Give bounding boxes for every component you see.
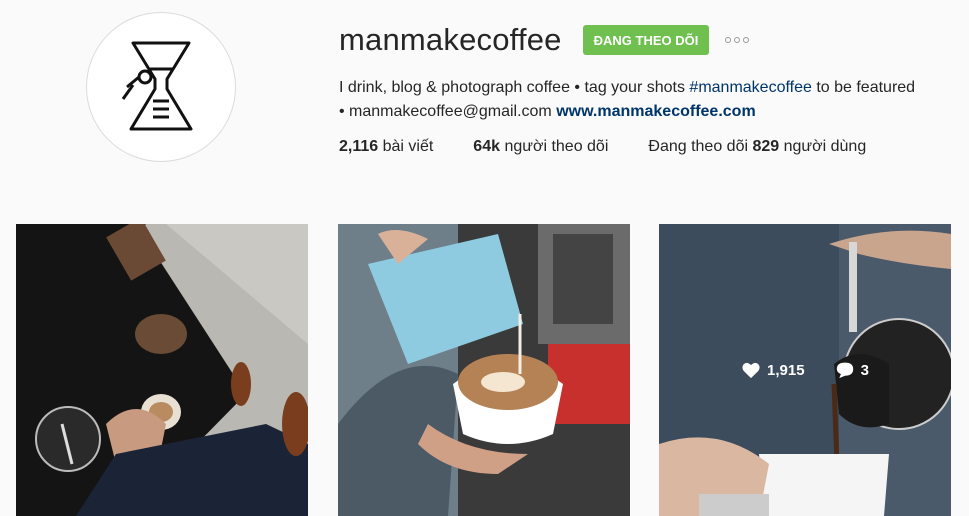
more-options-icon[interactable] [725, 37, 750, 43]
chemex-logo-icon [121, 41, 193, 131]
profile-username: manmakecoffee [339, 22, 562, 57]
bio-website-link[interactable]: www.manmakecoffee.com [556, 103, 755, 120]
following-stat[interactable]: Đang theo dõi 829 người dùng [648, 138, 866, 156]
comments-count: 3 [860, 361, 869, 379]
bio-text: to be featured [811, 79, 916, 96]
comments-stat: 3 [835, 361, 869, 379]
profile-header: manmakecoffee ĐANG THEO DÕI I drink, blo… [339, 20, 949, 156]
posts-stat: 2,116 bài viết [339, 138, 433, 156]
following-count: 829 [752, 138, 780, 155]
comment-icon [836, 362, 853, 379]
post-hover-overlay: 1,915 3 [659, 224, 951, 516]
bio-hashtag-link[interactable]: #manmakecoffee [689, 79, 811, 96]
following-button[interactable]: ĐANG THEO DÕI [582, 25, 710, 55]
profile-stats: 2,116 bài viết 64k người theo dõi Đang t… [339, 138, 949, 156]
title-row: manmakecoffee ĐANG THEO DÕI [339, 20, 949, 60]
following-prefix: Đang theo dõi [648, 138, 753, 155]
bio-line-2: • manmakecoffee@gmail.com www.manmakecof… [339, 100, 949, 124]
bio-text: I drink, blog & photograph coffee • tag … [339, 79, 690, 96]
bio-email: • manmakecoffee@gmail.com [339, 103, 557, 120]
dot [725, 37, 732, 43]
latte-art-photo [338, 224, 630, 516]
post-thumbnail[interactable] [16, 224, 308, 516]
heart-icon [742, 362, 760, 379]
following-label: người dùng [779, 138, 867, 155]
posts-count: 2,116 [339, 138, 379, 155]
likes-stat: 1,915 [741, 361, 805, 379]
profile-avatar[interactable] [86, 12, 236, 162]
profile-bio: I drink, blog & photograph coffee • tag … [339, 76, 949, 124]
followers-stat[interactable]: 64k người theo dõi [473, 138, 608, 156]
post-thumbnail[interactable] [338, 224, 630, 516]
followers-label: người theo dõi [500, 138, 609, 155]
coffee-cup-photo [16, 224, 308, 516]
dot [743, 37, 750, 43]
post-thumbnail-hovered[interactable]: 1,915 3 [659, 224, 951, 516]
posts-label: bài viết [378, 138, 434, 155]
followers-count: 64k [473, 138, 500, 155]
likes-count: 1,915 [767, 361, 805, 379]
bio-line-1: I drink, blog & photograph coffee • tag … [339, 76, 949, 100]
dot [734, 37, 741, 43]
